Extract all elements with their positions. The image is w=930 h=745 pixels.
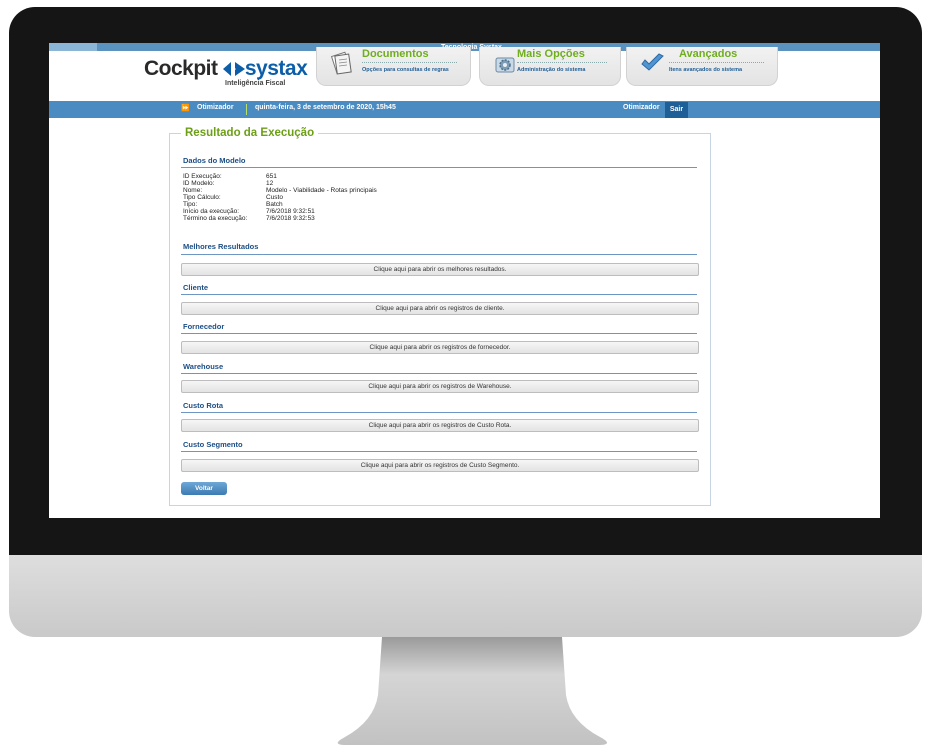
logo-cockpit-text: Cockpit (144, 57, 218, 80)
monitor-chin (9, 555, 922, 637)
field-label: Tipo Cálculo: (183, 194, 221, 201)
section-divider (181, 167, 697, 168)
field-value: Custo (266, 194, 283, 201)
section-divider (181, 373, 697, 374)
section-divider (181, 412, 697, 413)
advanced-check-icon (641, 53, 664, 71)
section-divider (181, 333, 697, 334)
nav-desc: Itens avançados do sistema (669, 67, 743, 73)
field-label: Nome: (183, 187, 203, 194)
page-title: Resultado da Execução (181, 127, 319, 139)
current-date: quinta-feira, 3 de setembro de 2020, 15h… (255, 104, 396, 111)
documents-icon (330, 51, 352, 75)
field-value: 7/6/2018 9:32:53 (266, 215, 315, 222)
nav-desc: Administração do sistema (517, 67, 586, 73)
field-label: Início da execução: (183, 208, 240, 215)
open-fornecedor-button[interactable]: Clique aqui para abrir os registros de f… (181, 341, 699, 354)
field-label: Tipo: (183, 201, 198, 208)
section-divider (181, 254, 697, 255)
section-heading-warehouse: Warehouse (183, 362, 224, 371)
back-button[interactable]: Voltar (181, 482, 227, 495)
status-bar: ⏩ Otimizador quinta-feira, 3 de setembro… (49, 101, 880, 118)
breadcrumb-separator (246, 104, 247, 115)
logo-subtitle: Inteligência Fiscal (225, 80, 286, 87)
nav-mais-opcoes[interactable]: Mais Opções Administração do sistema (479, 47, 621, 86)
section-heading-custo-rota: Custo Rota (183, 401, 223, 410)
settings-gear-icon (495, 57, 515, 73)
field-value: Batch (266, 201, 283, 208)
field-label: ID Execução: (183, 173, 222, 180)
field-value: 12 (266, 180, 274, 187)
field-value: 7/6/2018 9:32:51 (266, 208, 315, 215)
section-divider (181, 294, 697, 295)
field-value: Modelo - Viabilidade - Rotas principais (266, 187, 377, 194)
section-heading-model: Dados do Modelo (183, 156, 246, 165)
nav-desc: Opções para consultas de regras (362, 67, 449, 73)
open-custo-rota-button[interactable]: Clique aqui para abrir os registros de C… (181, 419, 699, 432)
open-warehouse-button[interactable]: Clique aqui para abrir os registros de W… (181, 380, 699, 393)
open-cliente-button[interactable]: Clique aqui para abrir os registros de c… (181, 302, 699, 315)
section-heading-custo-segmento: Custo Segmento (183, 440, 243, 449)
browser-screen: Tecnologia Systax Cockpit systax Intelig… (49, 43, 880, 518)
nav-documentos[interactable]: Documentos Opções para consultas de regr… (316, 47, 471, 86)
section-heading-melhores-resultados: Melhores Resultados (183, 242, 259, 251)
monitor-stand (337, 637, 608, 745)
logout-button[interactable]: Sair (665, 102, 688, 118)
section-divider (181, 451, 697, 452)
nav-title: Avançados (679, 48, 738, 60)
field-value: 651 (266, 173, 277, 180)
nav-title: Documentos (362, 48, 429, 60)
cockpit-systax-logo[interactable]: Cockpit systax (144, 57, 308, 81)
field-label: Término da execução: (183, 215, 248, 222)
open-melhores-resultados-button[interactable]: Clique aqui para abrir os melhores resul… (181, 263, 699, 276)
logo-arrows-icon (222, 62, 245, 76)
double-chevron-right-icon: ⏩ (181, 105, 190, 112)
breadcrumb-otimizador[interactable]: Otimizador (197, 104, 234, 111)
field-label: ID Modelo: (183, 180, 215, 187)
section-heading-cliente: Cliente (183, 283, 209, 292)
logo-systax-text: systax (244, 57, 308, 80)
nav-avancados[interactable]: Avançados Itens avançados do sistema (626, 47, 778, 86)
nav-title: Mais Opções (517, 48, 585, 60)
section-heading-fornecedor: Fornecedor (183, 322, 225, 331)
open-custo-segmento-button[interactable]: Clique aqui para abrir os registros de C… (181, 459, 699, 472)
user-name: Otimizador (623, 104, 660, 111)
